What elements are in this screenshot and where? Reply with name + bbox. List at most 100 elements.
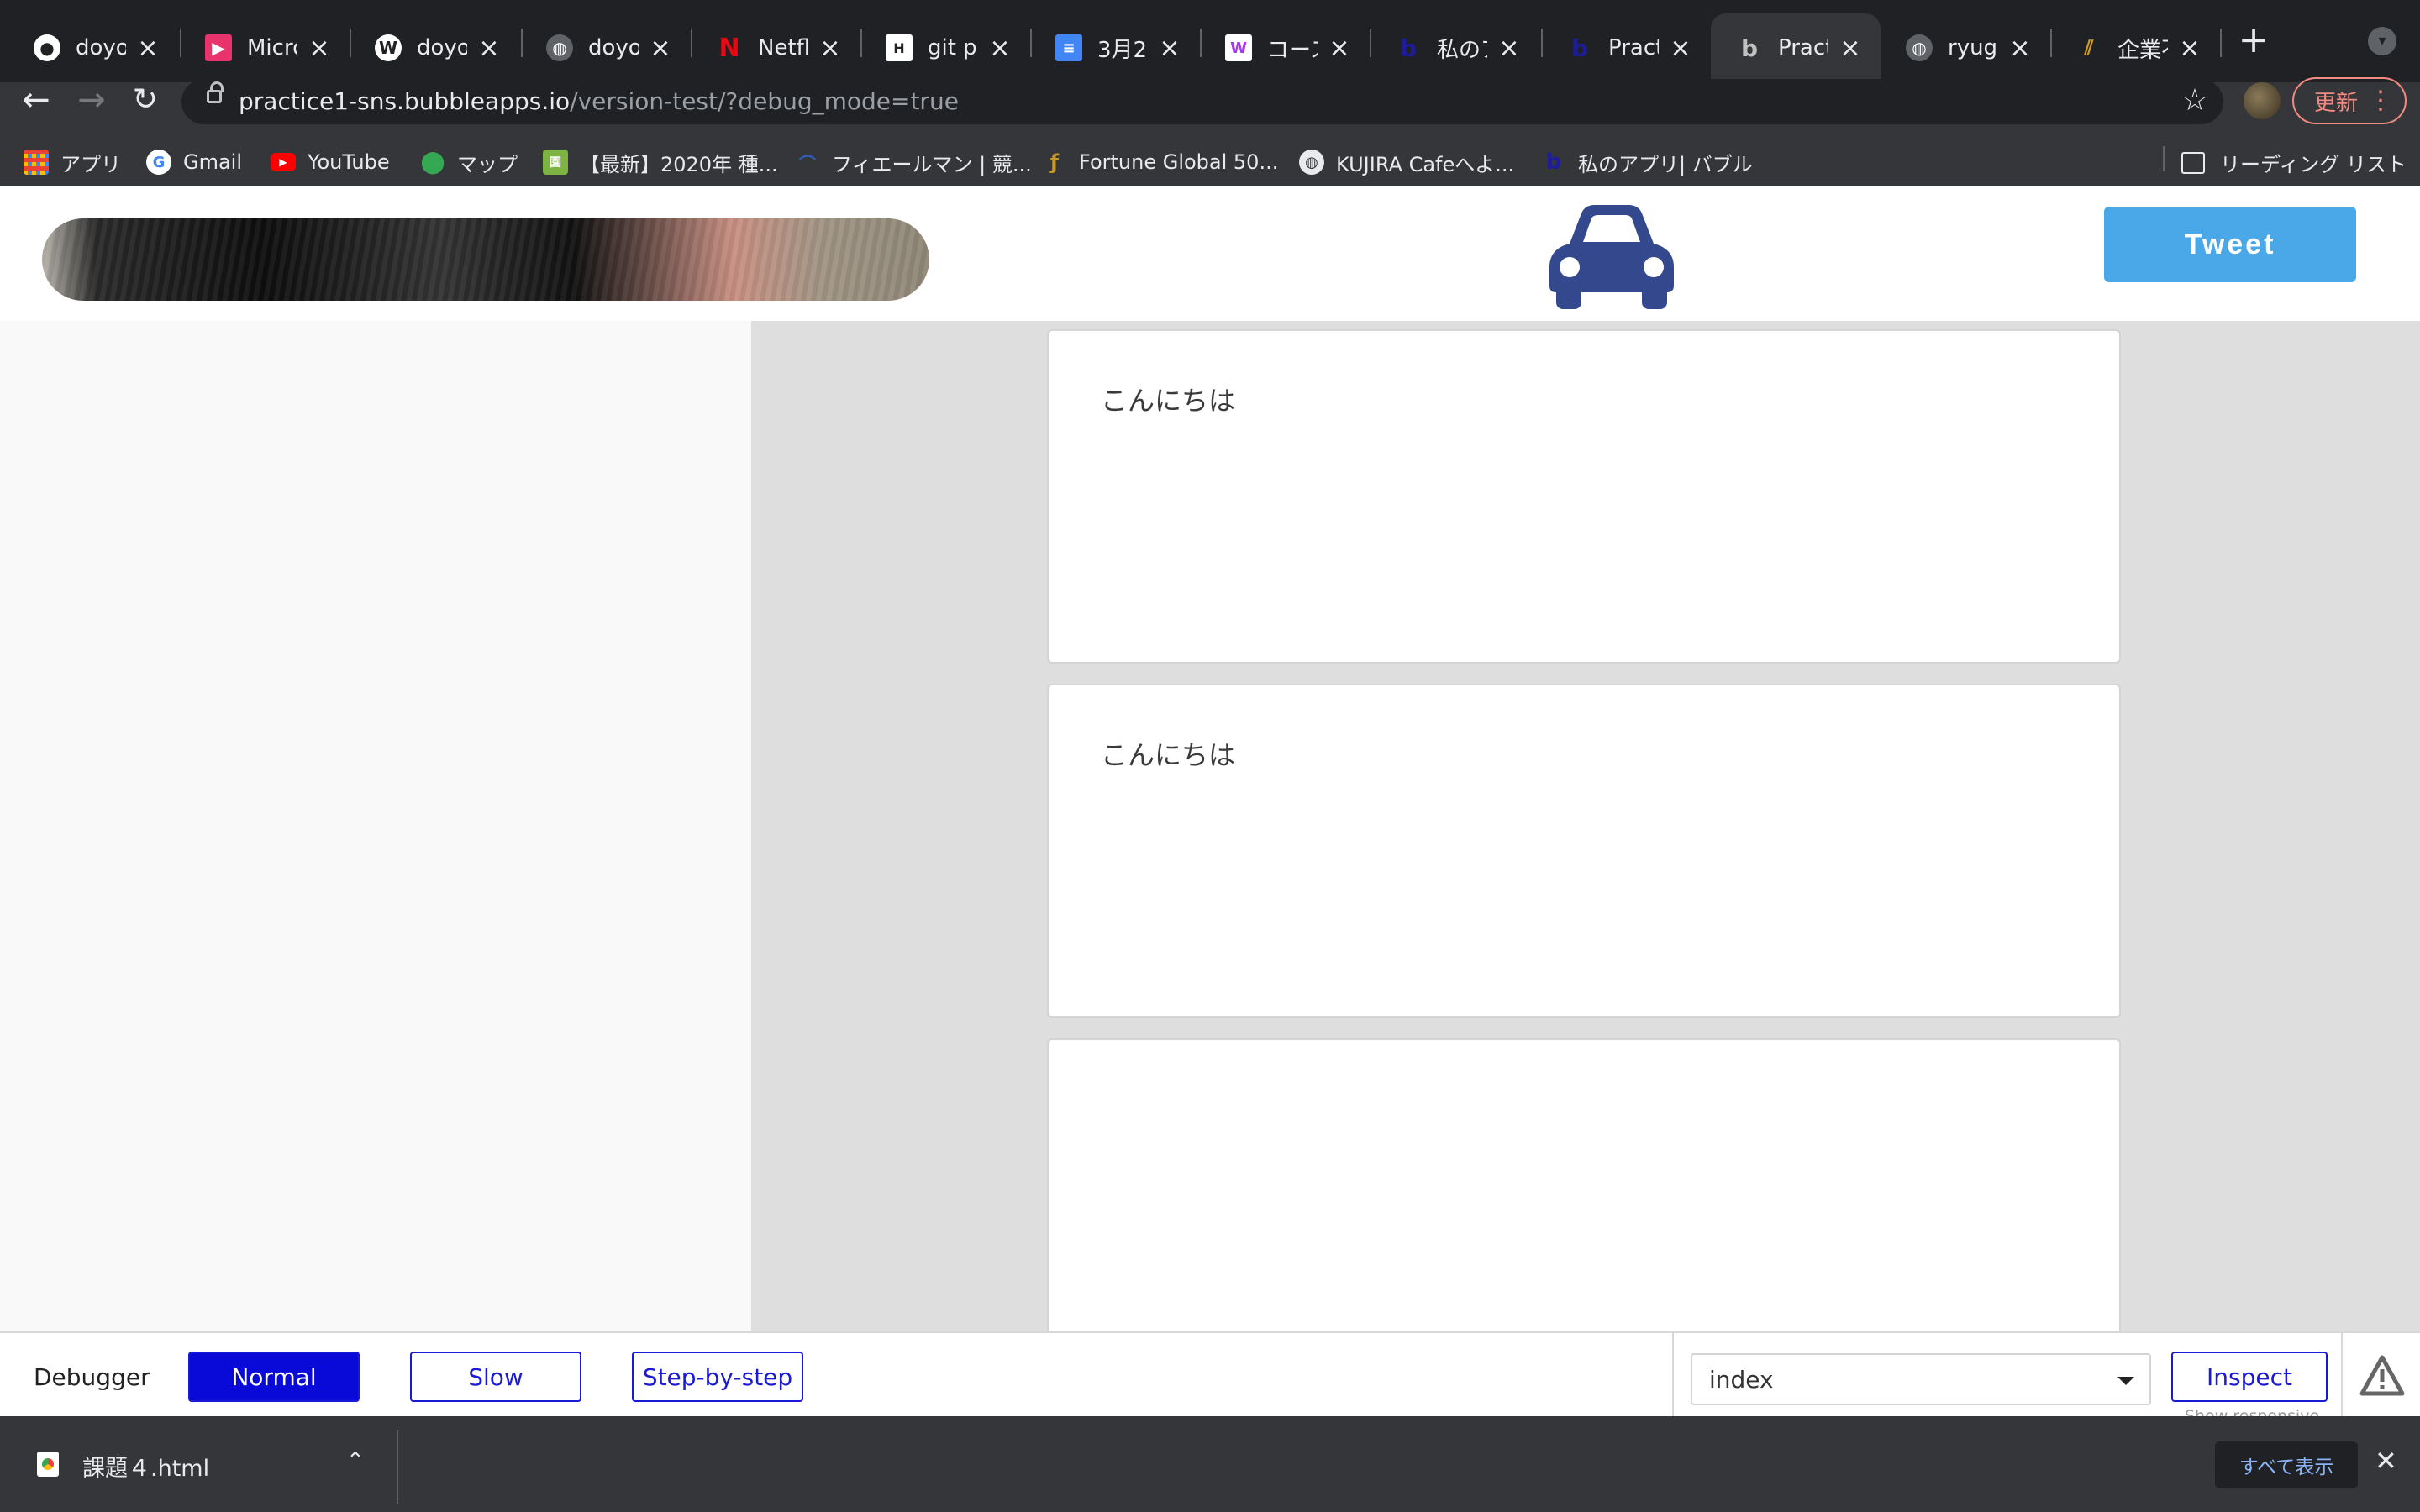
post-card: こんにちは: [1047, 329, 2121, 664]
bubble-icon: b: [1740, 34, 1759, 62]
bookmark-label: YouTube: [308, 150, 390, 174]
profile-avatar[interactable]: [2244, 82, 2281, 119]
reading-list-icon: [2181, 151, 2205, 174]
netflix-icon: N: [718, 33, 740, 63]
reading-list-label: リーディング リスト: [2220, 153, 2407, 176]
bookmark-fortune[interactable]: ƒ Fortune Global 50...: [1042, 148, 1279, 176]
tab-search-icon[interactable]: ▾: [2368, 27, 2396, 55]
bookmark-label: 私のアプリ| バブル: [1578, 152, 1753, 176]
post-text: こんにちは: [1101, 385, 1236, 417]
tab-netflix[interactable]: N Netflix ×: [691, 13, 860, 82]
reload-icon[interactable]: ↻: [124, 79, 166, 121]
url-host: practice1-sns.bubbleapps.io: [239, 87, 571, 115]
globe-icon: ◍: [1906, 34, 1933, 61]
apps-grid-icon: [24, 150, 49, 175]
show-all-button[interactable]: すべて表示: [2215, 1441, 2358, 1488]
new-tab-button[interactable]: +: [2232, 18, 2275, 62]
site-icon: 園: [543, 150, 568, 175]
bookmark-horse-racing[interactable]: ⌒ フィエールマン | 競...: [795, 148, 1032, 176]
tab-doyola-site[interactable]: ◍ doyola ×: [521, 13, 691, 82]
close-tab-icon[interactable]: ×: [815, 34, 845, 63]
tab-title: doyola: [76, 35, 126, 60]
debugger-divider: [1672, 1333, 1674, 1419]
url-text[interactable]: practice1-sns.bubbleapps.io/version-test…: [239, 87, 959, 115]
bookmark-star-icon[interactable]: ☆: [2178, 84, 2212, 118]
stream-icon: ▶: [205, 34, 232, 61]
close-tab-icon[interactable]: ×: [645, 34, 676, 63]
bookmark-youtube[interactable]: ▶ YouTube: [271, 148, 390, 176]
forward-arrow-icon[interactable]: →: [71, 79, 113, 121]
car-icon: [1549, 205, 1674, 309]
tab-my-app[interactable]: b 私のア ×: [1370, 13, 1539, 82]
mode-step-by-step-button[interactable]: Step-by-step: [632, 1352, 803, 1402]
tab-title: Practic: [1778, 35, 1828, 60]
bookmark-label: KUJIRA Cafeへよ...: [1336, 152, 1515, 176]
close-tab-icon[interactable]: ×: [985, 34, 1015, 63]
tab-title: git pus: [928, 35, 978, 60]
docs-icon: ≡: [1055, 34, 1082, 61]
reading-list-button[interactable]: リーディング リスト: [2181, 148, 2407, 177]
tab-github[interactable]: ● doyola ×: [8, 13, 178, 82]
tab-title: ryugal: [1948, 35, 1998, 60]
close-tab-icon[interactable]: ×: [1494, 34, 1524, 63]
downloads-shelf: 課題４.html ⌃ すべて表示 ✕: [0, 1416, 2420, 1512]
bookmark-maps[interactable]: ⬤ マップ: [420, 148, 518, 176]
tab-microsoft-stream[interactable]: ▶ Micros ×: [180, 13, 350, 82]
close-tab-icon[interactable]: ×: [1835, 34, 1865, 63]
tab-ryugal[interactable]: ◍ ryugal ×: [1881, 13, 2050, 82]
download-file-name[interactable]: 課題４.html: [82, 1450, 209, 1483]
page-viewport: Tweet こんにちは こんにちは: [0, 186, 2420, 1416]
bookmark-apps[interactable]: アプリ: [24, 148, 121, 176]
tab-practice[interactable]: b Practic ×: [1541, 13, 1711, 82]
bubble-icon: b: [1399, 34, 1418, 62]
post-card: こんにちは: [1047, 684, 2121, 1018]
tab-title: Practic: [1608, 35, 1659, 60]
tweet-button[interactable]: Tweet: [2104, 207, 2356, 282]
tab-google-docs[interactable]: ≡ 3月23日 ×: [1030, 13, 1200, 82]
dropdown-caret-icon: [2118, 1377, 2134, 1385]
close-tab-icon[interactable]: ×: [474, 34, 504, 63]
youtube-icon: ▶: [271, 153, 296, 171]
mode-normal-button[interactable]: Normal: [188, 1352, 360, 1402]
tab-wordpress[interactable]: W doyola ×: [350, 13, 519, 82]
page-select-value: index: [1709, 1365, 1774, 1394]
tab-company[interactable]: ⫽ 企業不 ×: [2050, 13, 2220, 82]
bookmark-bubble[interactable]: b 私のアプリ| バブル: [1541, 148, 1753, 176]
page-select[interactable]: index: [1691, 1353, 2151, 1405]
globe-icon: ◍: [546, 34, 573, 61]
app-header: Tweet: [0, 186, 2420, 321]
warning-icon[interactable]: [2360, 1355, 2405, 1397]
tab-strip: ● doyola × ▶ Micros × W doyola × ◍ doyol…: [0, 0, 2420, 82]
bookmark-label: Fortune Global 50...: [1079, 150, 1279, 174]
close-tab-icon[interactable]: ×: [2175, 34, 2205, 63]
bookmark-gmail[interactable]: G Gmail: [146, 148, 242, 176]
tab-title: 3月23日: [1097, 37, 1148, 63]
github-icon: ●: [34, 34, 60, 61]
close-tab-icon[interactable]: ×: [304, 34, 334, 63]
tab-title: doyola: [588, 35, 639, 60]
url-path: /version-test/?debug_mode=true: [570, 87, 959, 115]
bubble-icon: b: [1545, 150, 1562, 175]
tab-git-push[interactable]: H git pus ×: [860, 13, 1030, 82]
bookmark-latest[interactable]: 園 【最新】2020年 種...: [543, 148, 778, 176]
bookmark-kujira-cafe[interactable]: ◍ KUJIRA Cafeへよ...: [1299, 148, 1514, 176]
close-tab-icon[interactable]: ×: [1155, 34, 1185, 63]
tab-separator: [2220, 29, 2222, 57]
inspect-button[interactable]: Inspect: [2171, 1352, 2328, 1402]
stripe-icon: ⫽: [2084, 36, 2094, 60]
close-tab-icon[interactable]: ×: [1324, 34, 1355, 63]
close-tab-icon[interactable]: ×: [133, 34, 163, 63]
bookmarks-bar: アプリ G Gmail ▶ YouTube ⬤ マップ 園 【最新】2020年 …: [0, 136, 2420, 186]
close-tab-icon[interactable]: ×: [1665, 34, 1696, 63]
chevron-up-icon[interactable]: ⌃: [346, 1448, 365, 1473]
close-icon[interactable]: ✕: [2375, 1445, 2397, 1477]
wordpress-icon: W: [375, 34, 402, 61]
tab-course[interactable]: W コース ×: [1200, 13, 1370, 82]
debugger-label: Debugger: [34, 1363, 150, 1391]
tab-title: 企業不: [2118, 37, 2168, 63]
close-tab-icon[interactable]: ×: [2005, 34, 2035, 63]
mode-slow-button[interactable]: Slow: [410, 1352, 581, 1402]
back-arrow-icon[interactable]: ←: [15, 79, 57, 121]
update-button[interactable]: 更新 ⋮: [2292, 77, 2407, 124]
tab-practice-active[interactable]: b Practic ×: [1711, 13, 1881, 82]
